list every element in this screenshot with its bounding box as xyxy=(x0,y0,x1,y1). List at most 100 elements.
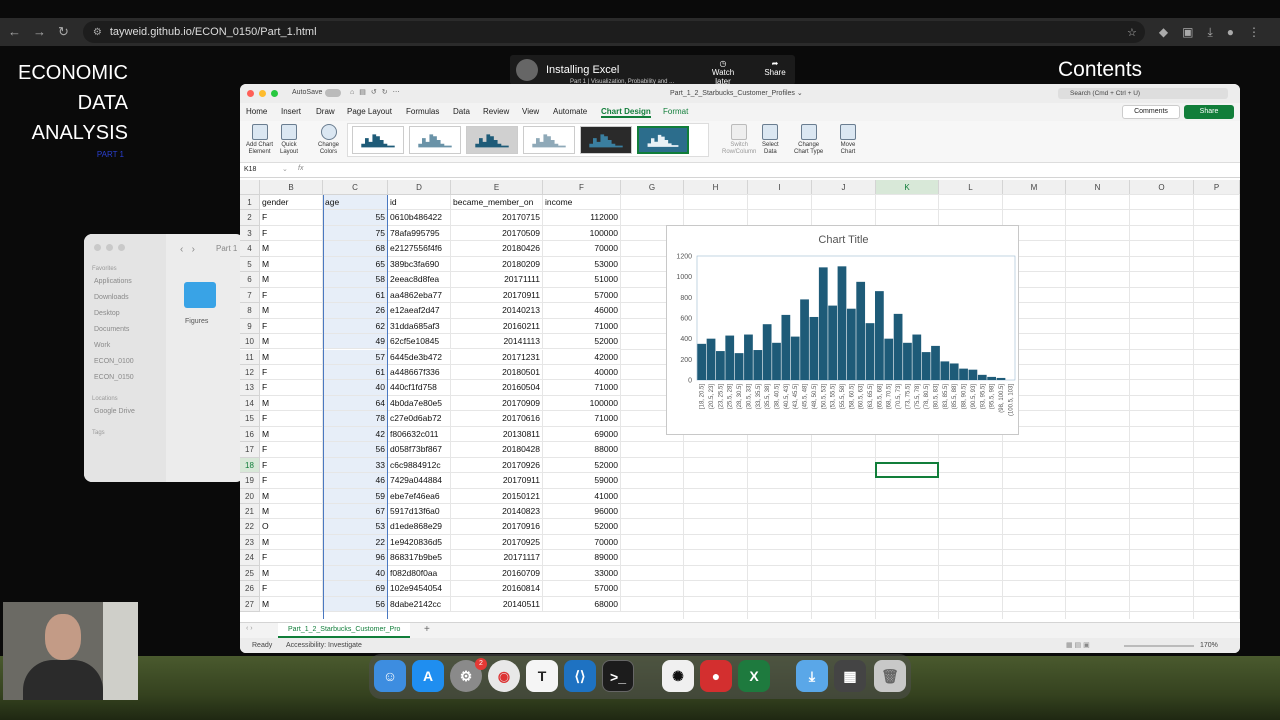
vscode-icon[interactable]: ⟨⟩ xyxy=(564,660,596,692)
histogram-bar[interactable] xyxy=(968,369,978,380)
tab-view[interactable]: View xyxy=(522,107,539,116)
data-cell[interactable]: 89000 xyxy=(543,550,621,566)
sidebar-item-work[interactable]: Work xyxy=(94,342,110,349)
data-cell[interactable]: 22 xyxy=(323,534,388,551)
data-cell[interactable]: F xyxy=(260,364,323,381)
column-header[interactable]: J xyxy=(812,180,876,195)
data-cell[interactable]: a448667f336 xyxy=(388,364,451,381)
data-cell[interactable]: 0610b486422 xyxy=(388,210,451,226)
data-cell[interactable]: 96 xyxy=(323,550,388,566)
data-cell[interactable]: 20170715 xyxy=(451,210,543,226)
column-header[interactable]: P xyxy=(1194,180,1240,195)
excel-window[interactable]: AutoSave ⌂▤↺↻⋯ Part_1_2_Starbucks_Custom… xyxy=(240,84,1240,653)
autosave-toggle[interactable] xyxy=(325,89,341,97)
histogram-bar[interactable] xyxy=(828,305,837,380)
sheet-tab-active[interactable]: Part_1_2_Starbucks_Customer_Pro xyxy=(278,623,411,638)
data-cell[interactable]: 40 xyxy=(323,565,388,582)
folder-label[interactable]: Figures xyxy=(185,318,208,325)
data-cell[interactable]: 69 xyxy=(323,581,388,597)
tab-draw[interactable]: Draw xyxy=(316,107,335,116)
row-header[interactable]: 11 xyxy=(240,349,260,365)
histogram-bar[interactable] xyxy=(734,353,744,380)
data-cell[interactable]: M xyxy=(260,256,323,273)
data-cell[interactable]: 20180428 xyxy=(451,442,543,458)
data-cell[interactable]: 20180209 xyxy=(451,256,543,273)
data-cell[interactable]: 8dabe2142cc xyxy=(388,596,451,613)
data-cell[interactable]: 20180426 xyxy=(451,241,543,257)
row-header[interactable]: 26 xyxy=(240,581,260,597)
profile-icon[interactable]: ● xyxy=(1227,25,1234,40)
column-header[interactable]: D xyxy=(388,180,451,195)
data-cell[interactable]: 71000 xyxy=(543,411,621,427)
histogram-bar[interactable] xyxy=(790,336,800,380)
data-cell[interactable]: 53 xyxy=(323,519,388,535)
accessibility-status[interactable]: Accessibility: Investigate xyxy=(286,642,362,649)
app-store-icon[interactable]: A xyxy=(412,660,444,692)
data-cell[interactable]: M xyxy=(260,241,323,257)
data-cell[interactable]: 102e9454054 xyxy=(388,581,451,597)
data-cell[interactable]: 56 xyxy=(323,596,388,613)
data-cell[interactable]: F xyxy=(260,210,323,226)
header-cell[interactable]: id xyxy=(388,195,451,211)
data-cell[interactable]: 20160814 xyxy=(451,581,543,597)
data-cell[interactable]: 7429a044884 xyxy=(388,473,451,489)
data-cell[interactable]: 78 xyxy=(323,411,388,427)
row-header[interactable]: 13 xyxy=(240,380,260,396)
histogram-bar[interactable] xyxy=(865,323,875,380)
data-cell[interactable]: 71000 xyxy=(543,318,621,335)
data-cell[interactable]: F xyxy=(260,550,323,566)
data-cell[interactable]: 20171111 xyxy=(451,272,543,288)
tab-automate[interactable]: Automate xyxy=(553,107,587,116)
data-cell[interactable]: 61 xyxy=(323,364,388,381)
row-header[interactable]: 10 xyxy=(240,334,260,350)
screenshots-icon[interactable]: ▦ xyxy=(834,660,866,692)
histogram-bar[interactable] xyxy=(716,351,725,380)
row-header[interactable]: 14 xyxy=(240,395,260,412)
data-cell[interactable]: f082d80f0aa xyxy=(388,565,451,582)
row-header[interactable]: 25 xyxy=(240,565,260,582)
data-cell[interactable]: 88000 xyxy=(543,442,621,458)
data-cell[interactable]: 2eeac8d8fea xyxy=(388,272,451,288)
sidebar-item-applications[interactable]: Applications xyxy=(94,278,132,285)
row-header[interactable]: 21 xyxy=(240,504,260,520)
data-cell[interactable]: M xyxy=(260,596,323,613)
histogram-bar[interactable] xyxy=(781,314,791,380)
quick-access-toolbar[interactable]: ⌂▤↺↻⋯ xyxy=(350,88,405,96)
back-icon[interactable]: ← xyxy=(8,24,21,40)
data-cell[interactable]: 62cf5e10845 xyxy=(388,334,451,350)
histogram-bar[interactable] xyxy=(818,267,828,380)
data-cell[interactable]: 6445de3b472 xyxy=(388,349,451,365)
data-cell[interactable]: M xyxy=(260,488,323,504)
data-cell[interactable]: 59 xyxy=(323,488,388,504)
sidebar-item-desktop[interactable]: Desktop xyxy=(94,310,120,317)
tab-home[interactable]: Home xyxy=(246,107,267,116)
reload-icon[interactable]: ↻ xyxy=(58,24,69,40)
column-header[interactable]: I xyxy=(748,180,812,195)
histogram-bar[interactable] xyxy=(706,338,716,380)
data-cell[interactable]: 68 xyxy=(323,241,388,257)
data-cell[interactable]: F xyxy=(260,411,323,427)
data-cell[interactable]: 20171231 xyxy=(451,349,543,365)
tab-review[interactable]: Review xyxy=(483,107,509,116)
sheet-nav-arrows[interactable]: ‹ › xyxy=(246,625,253,632)
search-input[interactable]: Search (Cmd + Ctrl + U) xyxy=(1058,88,1228,99)
trash-icon[interactable]: 🗑 xyxy=(874,660,906,692)
tab-page-layout[interactable]: Page Layout xyxy=(347,107,392,116)
data-cell[interactable]: 96000 xyxy=(543,504,621,520)
data-cell[interactable]: 61 xyxy=(323,287,388,304)
tab-insert[interactable]: Insert xyxy=(281,107,301,116)
zoom-dot[interactable] xyxy=(118,244,125,251)
data-cell[interactable]: 20170509 xyxy=(451,225,543,242)
data-cell[interactable]: M xyxy=(260,426,323,443)
row-header[interactable]: 12 xyxy=(240,364,260,381)
fx-icon[interactable]: fx xyxy=(298,165,303,172)
data-cell[interactable]: 46 xyxy=(323,473,388,489)
chart-style-2[interactable] xyxy=(409,126,461,154)
histogram-bar[interactable] xyxy=(875,291,884,380)
column-header[interactable]: B xyxy=(260,180,323,195)
column-header[interactable]: G xyxy=(621,180,684,195)
tab-format[interactable]: Format xyxy=(663,107,688,116)
data-cell[interactable]: 20170925 xyxy=(451,534,543,551)
column-header[interactable]: N xyxy=(1066,180,1130,195)
row-header[interactable]: 20 xyxy=(240,488,260,504)
